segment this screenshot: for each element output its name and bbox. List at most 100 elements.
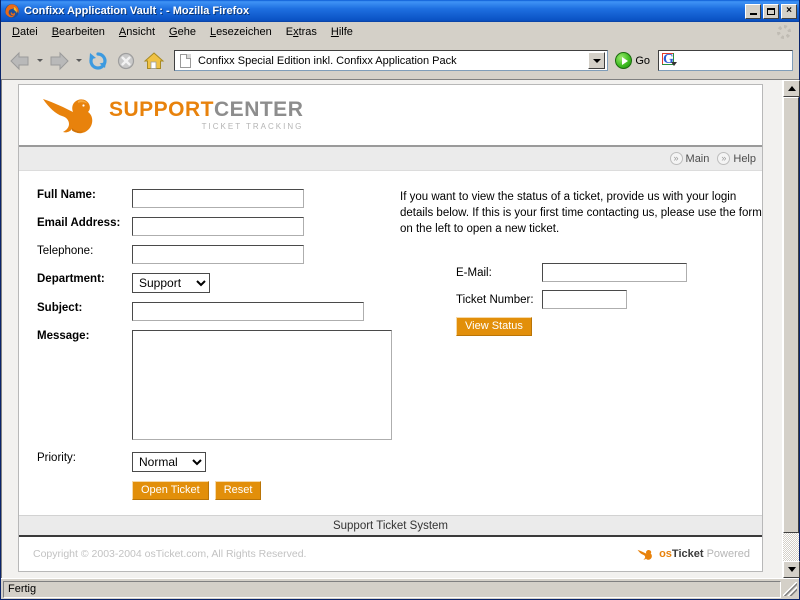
status-field-row-actions: View Status [456, 317, 687, 344]
new-ticket-form: Full Name: Email Address: Telephone: Dep… [19, 189, 394, 509]
double-chevron-icon: » [717, 152, 731, 165]
field-row-email-address: Email Address: [37, 217, 392, 245]
forward-arrow-icon [50, 51, 69, 70]
page-icon [178, 53, 194, 69]
stop-button[interactable] [113, 48, 139, 74]
site-nav: » Main » Help [19, 147, 762, 171]
department-select[interactable]: Support [132, 273, 210, 293]
minimize-button[interactable] [745, 3, 761, 19]
menubar: Datei Bearbeiten Ansicht Gehe Lesezeiche… [1, 22, 799, 42]
window-title: Confixx Application Vault : - Mozilla Fi… [24, 5, 250, 17]
logo-wordmark: SUPPORTCENTER [109, 99, 303, 120]
close-icon: × [786, 5, 792, 16]
check-status-form: If you want to view the status of a tick… [394, 189, 780, 509]
reset-button[interactable]: Reset [214, 481, 262, 500]
nav-item-help-label: Help [733, 152, 756, 165]
message-label: Message: [37, 330, 90, 342]
menu-extras[interactable]: Extras [279, 24, 324, 40]
menu-gehe[interactable]: Gehe [162, 24, 203, 40]
nav-item-main[interactable]: » Main [664, 152, 710, 165]
forward-history-dropdown[interactable] [74, 48, 83, 74]
open-ticket-button[interactable]: Open Ticket [132, 481, 209, 500]
logo-tagline: TICKET TRACKING [201, 122, 304, 131]
subject-input[interactable] [132, 302, 364, 321]
address-bar[interactable]: Confixx Special Edition inkl. Confixx Ap… [174, 50, 609, 71]
site-header: SUPPORTCENTER TICKET TRACKING [19, 85, 762, 147]
field-row-telephone: Telephone: [37, 245, 392, 273]
status-field-row-ticket: Ticket Number: [456, 290, 687, 317]
priority-select[interactable]: Normal [132, 452, 206, 472]
menu-ansicht[interactable]: Ansicht [112, 24, 162, 40]
view-status-button[interactable]: View Status [456, 317, 532, 336]
telephone-label: Telephone: [37, 245, 94, 257]
status-email-input[interactable] [541, 263, 687, 282]
forward-button[interactable] [46, 48, 72, 74]
throbber-icon [777, 25, 791, 39]
status-ticket-label: Ticket Number: [456, 293, 534, 306]
status-email-label: E-Mail: [456, 266, 492, 279]
resize-grip-icon[interactable] [783, 582, 797, 596]
logo-secondary: CENTER [214, 98, 304, 121]
stop-icon [117, 52, 135, 69]
logo-primary: SUPPORT [109, 98, 215, 121]
google-g-icon[interactable]: G [662, 53, 680, 68]
menu-bearbeiten[interactable]: Bearbeiten [45, 24, 112, 40]
titlebar: Confixx Application Vault : - Mozilla Fi… [1, 0, 799, 22]
nav-item-help[interactable]: » Help [711, 152, 756, 165]
page-scrollbar[interactable] [782, 80, 800, 578]
menu-lesezeichen[interactable]: Lesezeichen [203, 24, 279, 40]
telephone-input[interactable] [132, 245, 304, 264]
footer-copyright-row: Copyright © 2003-2004 osTicket.com, All … [19, 537, 762, 571]
reload-icon [89, 51, 107, 70]
firefox-icon [4, 3, 20, 19]
browser-viewport: SUPPORTCENTER TICKET TRACKING » Main » H… [1, 80, 800, 578]
message-textarea[interactable] [132, 330, 392, 440]
field-row-priority: Priority: Normal [37, 452, 392, 481]
nav-item-main-label: Main [685, 152, 710, 165]
back-history-dropdown[interactable] [35, 48, 44, 74]
address-dropdown-button[interactable] [588, 52, 606, 69]
powered-os: os [659, 548, 672, 560]
triangle-up-icon [787, 86, 796, 91]
page-content: Full Name: Email Address: Telephone: Dep… [19, 171, 762, 515]
field-row-message: Message: [37, 330, 392, 452]
subject-label: Subject: [37, 302, 83, 314]
department-label: Department: [37, 273, 105, 285]
window-controls: × [745, 3, 797, 19]
address-input[interactable]: Confixx Special Edition inkl. Confixx Ap… [198, 55, 588, 67]
navigation-toolbar: Confixx Special Edition inkl. Confixx Ap… [1, 42, 799, 80]
go-button[interactable]: Go [613, 52, 652, 69]
powered-suffix: Powered [703, 548, 750, 560]
go-label: Go [635, 54, 650, 67]
status-ticket-input[interactable] [541, 290, 627, 309]
scrollbar-track[interactable] [783, 97, 799, 561]
statusbar: Fertig [1, 578, 799, 599]
full-name-input[interactable] [132, 189, 304, 208]
scroll-up-button[interactable] [783, 80, 800, 97]
browser-window: Confixx Application Vault : - Mozilla Fi… [0, 0, 800, 600]
footer-bar: Support Ticket System [19, 515, 762, 537]
copyright-text: Copyright © 2003-2004 osTicket.com, All … [33, 548, 307, 560]
menu-hilfe[interactable]: Hilfe [324, 24, 360, 40]
go-icon [615, 52, 633, 69]
kangaroo-icon [41, 94, 103, 136]
search-bar[interactable]: G [658, 50, 793, 71]
email-address-label: Email Address: [37, 217, 121, 229]
full-name-label: Full Name: [37, 189, 96, 201]
reload-button[interactable] [85, 48, 111, 74]
scrollbar-thumb[interactable] [783, 97, 799, 534]
kangaroo-icon [637, 548, 655, 561]
osticket-panel: SUPPORTCENTER TICKET TRACKING » Main » H… [18, 84, 763, 572]
scroll-down-button[interactable] [783, 561, 800, 578]
triangle-down-icon [787, 567, 796, 572]
site-logo: SUPPORTCENTER TICKET TRACKING [41, 94, 303, 136]
web-page: SUPPORTCENTER TICKET TRACKING » Main » H… [2, 80, 782, 578]
home-button[interactable] [141, 48, 167, 74]
back-button[interactable] [7, 48, 33, 74]
menu-datei[interactable]: Datei [5, 24, 45, 40]
maximize-button[interactable] [763, 3, 779, 19]
chevron-down-icon [592, 58, 601, 63]
close-button[interactable]: × [781, 3, 797, 19]
double-chevron-icon: » [669, 152, 683, 165]
email-address-input[interactable] [132, 217, 304, 236]
